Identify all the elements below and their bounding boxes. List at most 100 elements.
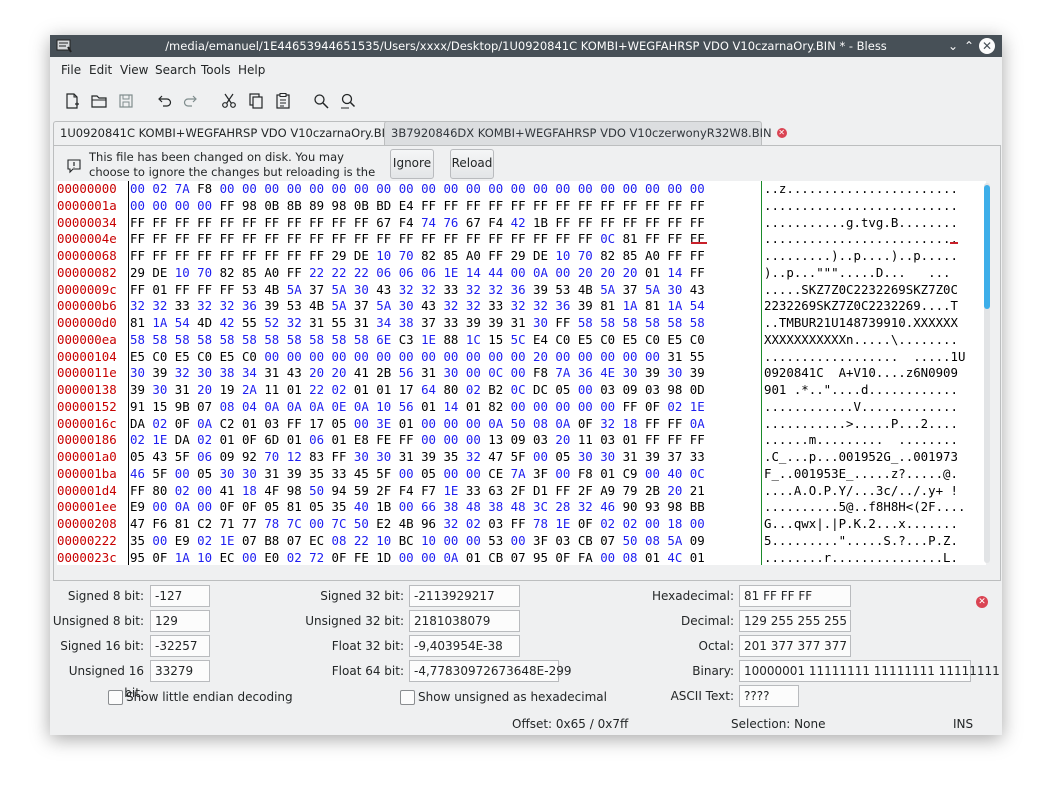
decimal-field[interactable]: 129 255 255 255 <box>739 610 851 632</box>
hex-row[interactable]: 00000082 29 DE 10 70 82 85 A0 FF 22 22 22… <box>57 265 986 282</box>
row-ascii[interactable]: .C_...p...001952G_..001973 <box>764 449 958 466</box>
row-hex-bytes[interactable]: E5 C0 E5 C0 E5 C0 00 00 00 00 00 00 00 0… <box>130 349 705 366</box>
hex-row[interactable]: 000000ea 58 58 58 58 58 58 58 58 58 58 58… <box>57 332 986 349</box>
hex-row[interactable]: 00000034 FF FF FF FF FF FF FF FF FF FF FF… <box>57 215 986 232</box>
hex-row[interactable]: 00000068 FF FF FF FF FF FF FF FF FF 29 DE… <box>57 248 986 265</box>
row-hex-bytes[interactable]: 58 58 58 58 58 58 58 58 58 58 58 6E C3 1… <box>130 332 705 349</box>
row-ascii[interactable]: XXXXXXXXXXXn.....\........ <box>764 332 958 349</box>
find-icon[interactable] <box>311 91 331 111</box>
row-ascii[interactable]: ...........g.tvg.B........ <box>764 215 958 232</box>
signed16-field[interactable]: -32257 <box>150 635 210 657</box>
row-ascii[interactable]: 901 .*.."....d............ <box>764 382 958 399</box>
row-hex-bytes[interactable]: 46 5F 00 05 30 30 31 39 35 33 45 5F 00 0… <box>130 466 705 483</box>
menu-tools[interactable]: Tools <box>201 63 231 77</box>
paste-icon[interactable] <box>273 91 293 111</box>
row-ascii[interactable]: ......m......... ........ <box>764 432 958 449</box>
unsigned16-field[interactable]: 33279 <box>150 660 210 682</box>
row-hex-bytes[interactable]: FF FF FF FF FF FF FF FF FF 29 DE 10 70 8… <box>130 248 705 265</box>
row-ascii[interactable]: G...qwx|.|P.K.2...x....... <box>764 516 958 533</box>
row-ascii[interactable]: ..TMBUR21U148739910.XXXXXX <box>764 315 958 332</box>
hex-row[interactable]: 00000222 35 00 E9 02 1E 07 B8 07 EC 08 22… <box>57 533 986 550</box>
maximize-icon[interactable]: ⌃ <box>960 37 978 55</box>
hex-row[interactable]: 000000b6 32 32 33 32 32 36 39 53 4B 5A 37… <box>57 298 986 315</box>
titlebar[interactable]: /media/emanuel/1E44653944651535/Users/xx… <box>50 35 1002 57</box>
hex-row[interactable]: 00000186 02 1E DA 02 01 0F 6D 01 06 01 E8… <box>57 432 986 449</box>
row-ascii[interactable]: ............V............. <box>764 399 958 416</box>
row-hex-bytes[interactable]: 39 30 31 20 19 2A 11 01 22 02 01 01 17 6… <box>130 382 705 399</box>
row-ascii[interactable]: .......................... <box>764 231 958 248</box>
octal-field[interactable]: 201 377 377 377 <box>739 635 851 657</box>
row-hex-bytes[interactable]: FF FF FF FF FF FF FF FF FF FF FF FF FF F… <box>130 231 705 248</box>
hex-row[interactable]: 00000152 91 15 9B 07 08 04 0A 0A 0A 0E 0A… <box>57 399 986 416</box>
hex-row[interactable]: 00000000 00 02 7A F8 00 00 00 00 00 00 00… <box>57 181 986 198</box>
row-ascii[interactable]: ...........>.....P...2.... <box>764 416 958 433</box>
row-hex-bytes[interactable]: FF 01 FF FF FF 53 4B 5A 37 5A 30 43 32 3… <box>130 282 705 299</box>
save-icon[interactable] <box>116 91 136 111</box>
hex-row[interactable]: 00000138 39 30 31 20 19 2A 11 01 22 02 01… <box>57 382 986 399</box>
row-hex-bytes[interactable]: 05 43 5F 06 09 92 70 12 83 FF 30 30 31 3… <box>130 449 705 466</box>
tab-close-icon[interactable]: ✕ <box>776 127 787 138</box>
hex-view[interactable]: 00000000 00 02 7A F8 00 00 00 00 00 00 00… <box>57 181 986 565</box>
ascii-text-field[interactable]: ???? <box>739 685 799 707</box>
hex-row[interactable]: 000001d4 FF 80 02 00 41 18 4F 98 50 94 59… <box>57 483 986 500</box>
row-ascii[interactable]: )..p...""".....D... ... <box>764 265 951 282</box>
row-hex-bytes[interactable]: DA 02 0F 0A C2 01 03 FF 17 05 00 3E 01 0… <box>130 416 705 433</box>
row-hex-bytes[interactable]: 29 DE 10 70 82 85 A0 FF 22 22 22 06 06 0… <box>130 265 705 282</box>
row-ascii[interactable]: .....SKZ7Z0C2232269SKZ7Z0C <box>764 282 958 299</box>
row-ascii[interactable]: 0920841C A+V10....z6N0909 <box>764 365 958 382</box>
hex-row[interactable]: 00000208 47 F6 81 C2 71 77 78 7C 00 7C 50… <box>57 516 986 533</box>
hex-row[interactable]: 00000104 E5 C0 E5 C0 E5 C0 00 00 00 00 00… <box>57 349 986 366</box>
tab-czerwonyr32w8[interactable]: 3B7920846DX KOMBI+WEGFAHRSP VDO V10czerw… <box>384 121 787 145</box>
reload-button[interactable]: Reload <box>450 149 494 179</box>
unsigned-hex-checkbox[interactable] <box>400 690 415 705</box>
redo-icon[interactable] <box>181 91 201 111</box>
row-ascii[interactable]: ....A.O.P.Y/...3c/../.y+ ! <box>764 483 958 500</box>
scrollbar-thumb[interactable] <box>984 185 990 309</box>
close-icon[interactable]: ✕ <box>979 38 995 54</box>
cut-icon[interactable] <box>219 91 239 111</box>
row-hex-bytes[interactable]: 02 1E DA 02 01 0F 6D 01 06 01 E8 FE FF 0… <box>130 432 705 449</box>
row-ascii[interactable]: .................. .....1U <box>764 349 965 366</box>
copy-icon[interactable] <box>246 91 266 111</box>
menu-view[interactable]: View <box>120 63 148 77</box>
new-file-icon[interactable] <box>62 91 82 111</box>
ignore-button[interactable]: Ignore <box>390 149 434 179</box>
row-hex-bytes[interactable]: 47 F6 81 C2 71 77 78 7C 00 7C 50 E2 4B 9… <box>130 516 705 533</box>
row-hex-bytes[interactable]: 91 15 9B 07 08 04 0A 0A 0A 0E 0A 10 56 0… <box>130 399 705 416</box>
vertical-scrollbar[interactable] <box>984 183 990 563</box>
find-replace-icon[interactable] <box>338 91 358 111</box>
unsigned8-field[interactable]: 129 <box>150 610 210 632</box>
signed8-field[interactable]: -127 <box>150 585 210 607</box>
row-hex-bytes[interactable]: FF 80 02 00 41 18 4F 98 50 94 59 2F F4 F… <box>130 483 705 500</box>
row-hex-bytes[interactable]: 00 02 7A F8 00 00 00 00 00 00 00 00 00 0… <box>130 181 705 198</box>
row-ascii[interactable]: F_..001953E_.....z?.....@. <box>764 466 958 483</box>
hex-row[interactable]: 0000011e 30 39 32 30 38 34 31 43 20 20 41… <box>57 365 986 382</box>
row-hex-bytes[interactable]: 35 00 E9 02 1E 07 B8 07 EC 08 22 10 BC 1… <box>130 533 705 550</box>
hexadecimal-field[interactable]: 81 FF FF FF <box>739 585 851 607</box>
open-folder-icon[interactable] <box>89 91 109 111</box>
menu-edit[interactable]: Edit <box>89 63 112 77</box>
undo-icon[interactable] <box>154 91 174 111</box>
float32-field[interactable]: -9,403954E-38 <box>409 635 520 657</box>
row-hex-bytes[interactable]: 32 32 33 32 32 36 39 53 4B 5A 37 5A 30 4… <box>130 298 705 315</box>
tab-czarnaory[interactable]: 1U0920841C KOMBI+WEGFAHRSP VDO V10czarna… <box>53 121 415 146</box>
row-hex-bytes[interactable]: 30 39 32 30 38 34 31 43 20 20 41 2B 56 3… <box>130 365 705 382</box>
menu-file[interactable]: File <box>61 63 81 77</box>
row-ascii[interactable]: .........)..p....)..p..... <box>764 248 958 265</box>
row-hex-bytes[interactable]: E9 00 0A 00 0F 0F 05 81 05 35 40 1B 00 6… <box>130 499 705 516</box>
row-hex-bytes[interactable]: FF FF FF FF FF FF FF FF FF FF FF 67 F4 7… <box>130 215 705 232</box>
row-ascii[interactable]: .......................... <box>764 198 958 215</box>
menu-help[interactable]: Help <box>238 63 265 77</box>
hex-row[interactable]: 0000016c DA 02 0F 0A C2 01 03 FF 17 05 00… <box>57 416 986 433</box>
hex-row[interactable]: 0000023c 95 0F 1A 10 EC 00 E0 02 72 0F FE… <box>57 550 986 565</box>
hex-row[interactable]: 0000009c FF 01 FF FF FF 53 4B 5A 37 5A 30… <box>57 282 986 299</box>
row-ascii[interactable]: ........r...............L. <box>764 550 958 565</box>
unsigned32-field[interactable]: 2181038079 <box>409 610 520 632</box>
row-ascii[interactable]: 5.........".....S.?...P.Z. <box>764 533 958 550</box>
float64-field[interactable]: -4,77830972673648E-299 <box>409 660 571 682</box>
binary-field[interactable]: 10000001 11111111 11111111 11111111 <box>739 660 1000 682</box>
hex-row[interactable]: 0000004e FF FF FF FF FF FF FF FF FF FF FF… <box>57 231 986 248</box>
hex-row[interactable]: 000001ba 46 5F 00 05 30 30 31 39 35 33 45… <box>57 466 986 483</box>
row-hex-bytes[interactable]: 95 0F 1A 10 EC 00 E0 02 72 0F FE 1D 00 0… <box>130 550 705 565</box>
close-dataview-icon[interactable]: ✕ <box>976 596 988 608</box>
